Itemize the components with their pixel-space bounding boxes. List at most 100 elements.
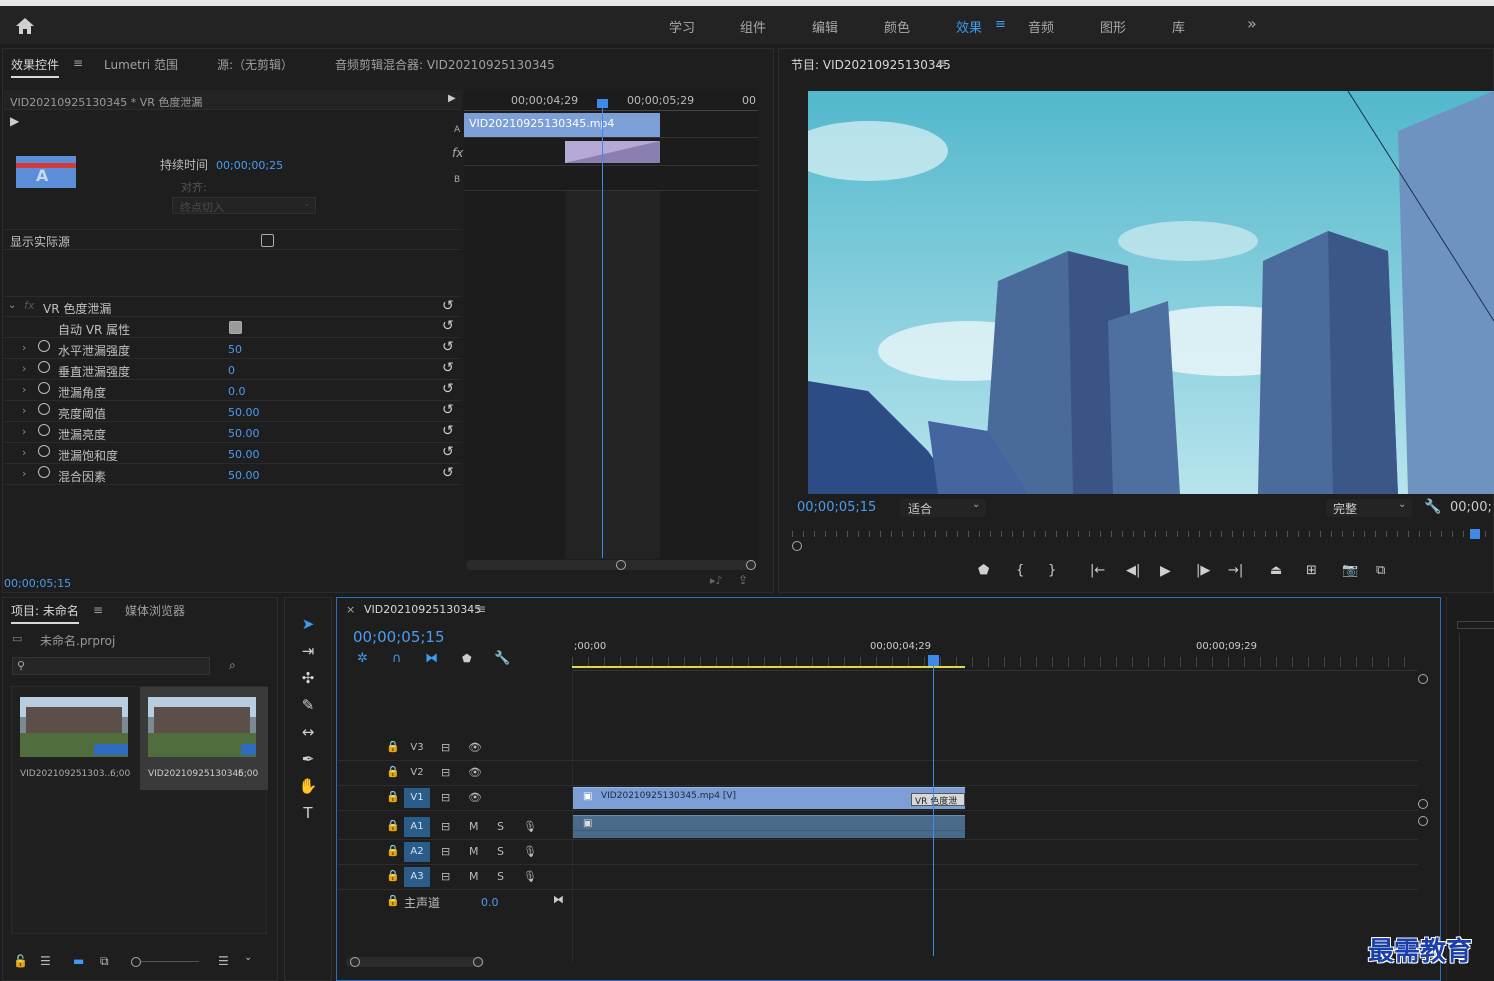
- reset-icon[interactable]: ↺: [442, 360, 454, 376]
- tab-lumetri-scopes[interactable]: Lumetri 范围: [104, 56, 178, 73]
- play-button-icon[interactable]: ▶: [1160, 563, 1171, 579]
- sync-lock-icon[interactable]: ⊟: [441, 845, 450, 858]
- track-toggle[interactable]: V3: [404, 738, 430, 758]
- slip-icon[interactable]: ↔: [298, 723, 318, 743]
- lock-icon[interactable]: 🔒: [386, 765, 400, 778]
- mute-button[interactable]: M: [469, 870, 479, 883]
- collapse-icon[interactable]: ⌄: [8, 300, 16, 311]
- ws-tab-graphics[interactable]: 图形: [1100, 17, 1126, 36]
- expand-right-icon[interactable]: ▶: [448, 93, 456, 104]
- reset-icon[interactable]: ↺: [442, 318, 454, 334]
- ws-tab-color[interactable]: 颜色: [884, 17, 910, 36]
- align-select[interactable]: 终点切入 ⌄: [172, 197, 316, 214]
- ws-tab-learn[interactable]: 学习: [669, 17, 695, 36]
- stopwatch-icon[interactable]: [38, 466, 50, 478]
- wrench-icon[interactable]: 🔧: [494, 651, 510, 666]
- lock-icon[interactable]: 🔒: [386, 844, 400, 857]
- reset-icon[interactable]: ↺: [442, 402, 454, 418]
- expand-icon[interactable]: ›: [22, 404, 26, 417]
- program-timecode[interactable]: 00;00;05;15: [797, 500, 876, 515]
- sync-lock-icon[interactable]: ⊟: [441, 766, 450, 779]
- lock-icon[interactable]: 🔒: [386, 819, 400, 832]
- track-toggle[interactable]: A1: [404, 817, 430, 837]
- program-ruler[interactable]: [792, 527, 1492, 547]
- nest-icon[interactable]: ✲: [357, 651, 368, 666]
- tab-source[interactable]: 源:（无剪辑）: [217, 56, 293, 73]
- export-icon[interactable]: ⇪: [738, 573, 748, 587]
- video-clip[interactable]: ▣ VID20210925130345.mp4 [V] VR 色度泄: [573, 787, 965, 809]
- filter-icon[interactable]: ▸♪: [710, 574, 723, 587]
- hand-icon[interactable]: ✋: [298, 777, 318, 797]
- panel-menu-icon[interactable]: ≡: [73, 56, 83, 70]
- sync-lock-icon[interactable]: ⊟: [441, 741, 450, 754]
- mini-clip[interactable]: VID20210925130345.mp4: [464, 113, 660, 137]
- fx-icon[interactable]: fx: [452, 146, 463, 160]
- find-icon[interactable]: ⌕: [229, 658, 236, 673]
- audio-clip[interactable]: ▣: [573, 815, 965, 838]
- stopwatch-icon[interactable]: [38, 424, 50, 436]
- tab-effect-controls[interactable]: 效果控件: [11, 56, 60, 78]
- effect-timecode[interactable]: 00;00;05;15: [4, 577, 71, 590]
- timeline-ruler[interactable]: ;00;00 00;00;04;29 00;00;09;29: [572, 639, 1418, 671]
- reset-icon[interactable]: ↺: [442, 444, 454, 460]
- pen-icon[interactable]: ✒: [298, 750, 318, 770]
- mark-out-icon[interactable]: }: [1048, 563, 1056, 578]
- ws-tab-effects[interactable]: 效果: [956, 17, 982, 36]
- chevron-down-icon[interactable]: ⌄: [244, 952, 252, 963]
- master-value[interactable]: 0.0: [481, 896, 499, 909]
- track-toggle[interactable]: V2: [404, 763, 430, 783]
- add-marker-icon[interactable]: ⬟: [462, 652, 472, 665]
- work-area-bar[interactable]: [572, 666, 965, 668]
- close-icon[interactable]: ×: [346, 603, 355, 616]
- sync-lock-icon[interactable]: ⊟: [441, 791, 450, 804]
- track-toggle[interactable]: A2: [404, 842, 430, 862]
- wrench-icon[interactable]: 🔧: [1424, 499, 1441, 515]
- expand-icon[interactable]: ›: [22, 425, 26, 438]
- reset-icon[interactable]: ↺: [442, 339, 454, 355]
- sync-lock-icon[interactable]: ⊟: [441, 870, 450, 883]
- stopwatch-icon[interactable]: [38, 340, 50, 352]
- panel-menu-icon[interactable]: ≡: [937, 56, 947, 70]
- mute-button[interactable]: M: [469, 845, 479, 858]
- scroll-handle[interactable]: [350, 957, 360, 967]
- scroll-handle[interactable]: [792, 541, 802, 551]
- solo-button[interactable]: S: [497, 870, 504, 883]
- param-value[interactable]: 50.00: [228, 469, 260, 482]
- icon-view-icon[interactable]: ▬: [73, 954, 84, 968]
- scroll-handle[interactable]: [473, 957, 483, 967]
- ws-tab-audio[interactable]: 音频: [1028, 17, 1054, 36]
- stopwatch-icon[interactable]: [38, 445, 50, 457]
- transition-block[interactable]: [565, 141, 660, 163]
- expand-icon[interactable]: ›: [22, 467, 26, 480]
- mic-icon[interactable]: 🎙: [523, 870, 537, 883]
- fx-icon[interactable]: fx: [24, 299, 34, 312]
- list-view-icon[interactable]: ☰: [40, 954, 51, 968]
- more-workspaces-icon[interactable]: »: [1247, 14, 1257, 33]
- mini-scrollbar[interactable]: [466, 560, 756, 570]
- scroll-handle[interactable]: [746, 560, 756, 570]
- lock-icon[interactable]: 🔓: [13, 954, 28, 968]
- timeline-scrollbar[interactable]: [346, 957, 484, 967]
- playhead-handle[interactable]: [928, 655, 939, 666]
- scroll-handle[interactable]: [1418, 799, 1428, 809]
- lift-icon[interactable]: ⏏: [1270, 563, 1282, 578]
- reset-icon[interactable]: ↺: [442, 465, 454, 481]
- playhead-handle[interactable]: [1470, 529, 1480, 539]
- step-forward-icon[interactable]: |▶: [1196, 563, 1210, 578]
- eye-icon[interactable]: 👁: [468, 766, 482, 779]
- sequence-name[interactable]: VID20210925130345: [364, 603, 481, 616]
- snap-icon[interactable]: ∩: [392, 651, 402, 666]
- quality-select[interactable]: 完整 ⌄: [1326, 499, 1412, 517]
- type-tool-icon[interactable]: T: [298, 804, 318, 824]
- param-value[interactable]: 50.00: [228, 448, 260, 461]
- param-value[interactable]: 0: [228, 364, 235, 377]
- mute-button[interactable]: M: [469, 820, 479, 833]
- selection-tool-icon[interactable]: ➤: [298, 615, 318, 635]
- zoom-slider-handle[interactable]: [131, 957, 141, 967]
- show-source-checkbox[interactable]: [261, 234, 274, 247]
- reset-icon[interactable]: ↺: [442, 381, 454, 397]
- tab-project[interactable]: 项目: 未命名: [11, 602, 79, 624]
- panel-menu-icon[interactable]: ≡: [476, 602, 486, 616]
- project-thumbnail[interactable]: [148, 697, 256, 757]
- go-to-end-icon[interactable]: ⧓: [553, 893, 564, 906]
